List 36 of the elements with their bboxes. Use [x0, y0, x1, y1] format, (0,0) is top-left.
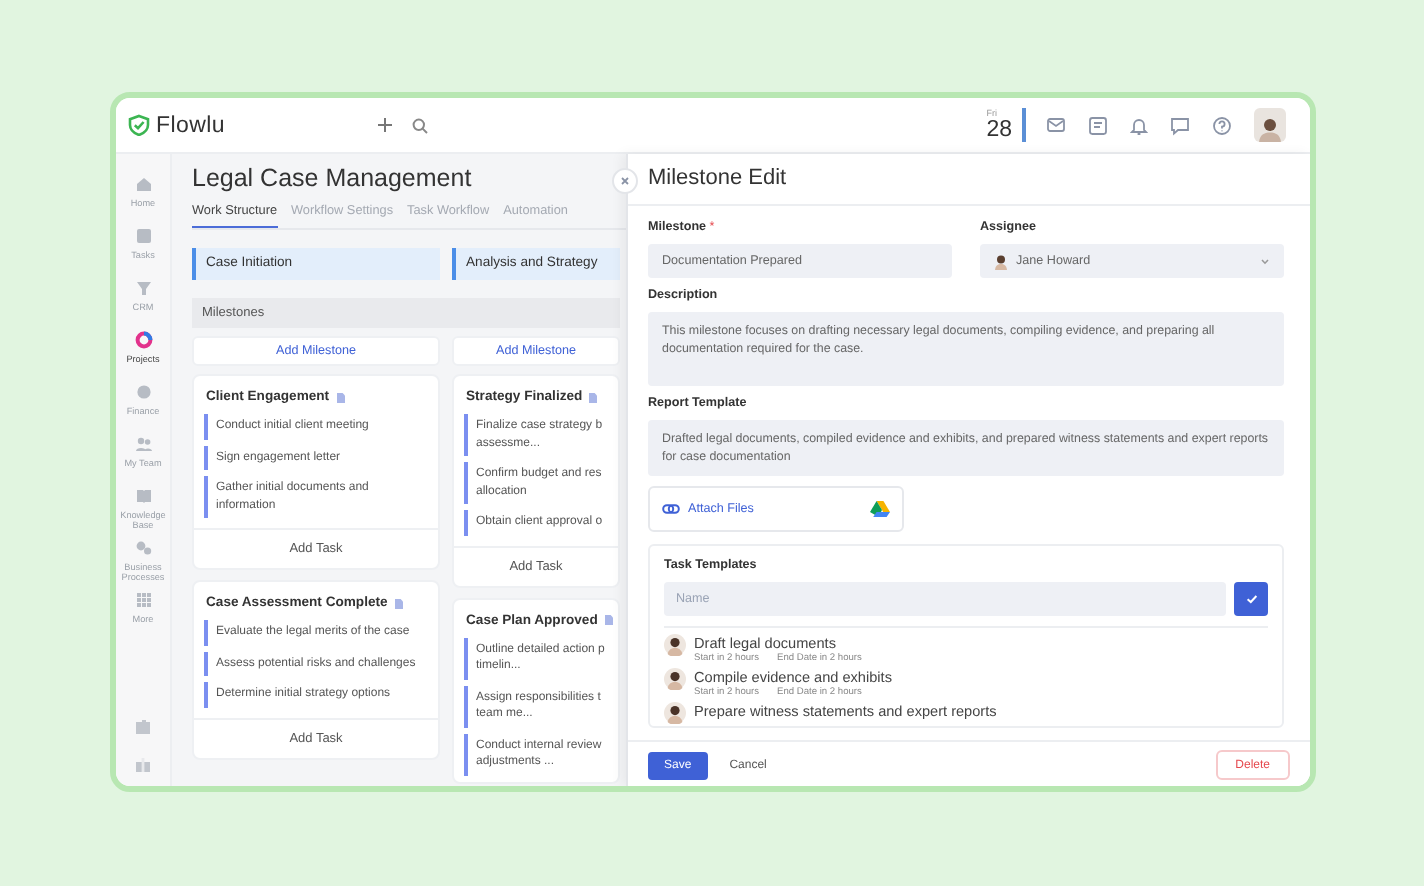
confirm-button[interactable] — [1234, 582, 1268, 616]
close-button[interactable] — [612, 168, 638, 194]
grid-icon — [133, 590, 153, 610]
person-avatar-icon — [664, 634, 686, 656]
search-icon[interactable] — [412, 117, 429, 133]
person-silhouette-icon — [1258, 116, 1282, 142]
plus-icon[interactable] — [376, 116, 395, 134]
project-title: Legal Case Management — [192, 164, 472, 194]
person-avatar-icon — [994, 253, 1008, 269]
link-icon[interactable] — [662, 504, 680, 514]
crm-icon — [133, 278, 153, 298]
home-icon — [133, 174, 153, 194]
app-logo-text[interactable]: Flowlu — [156, 113, 225, 137]
document-icon[interactable] — [335, 391, 346, 403]
close-icon — [620, 176, 630, 186]
chat-icon[interactable] — [1170, 115, 1190, 135]
document-icon[interactable] — [588, 391, 599, 403]
shield-check-icon — [128, 114, 150, 136]
finance-icon — [133, 382, 153, 402]
document-icon[interactable] — [603, 614, 614, 626]
bell-icon[interactable] — [1130, 115, 1148, 135]
check-icon — [1245, 594, 1257, 604]
help-icon[interactable] — [1212, 115, 1232, 135]
person-avatar-icon — [664, 668, 686, 690]
user-avatar[interactable] — [1254, 108, 1286, 142]
mail-icon[interactable] — [1046, 116, 1066, 134]
person-avatar-icon — [664, 702, 686, 724]
calendar-date[interactable]: 28 — [986, 118, 1012, 142]
team-icon — [133, 434, 153, 454]
tasks-icon — [133, 226, 153, 246]
document-icon[interactable] — [393, 597, 404, 609]
caret-down-icon — [1260, 257, 1270, 265]
note-icon[interactable] — [1088, 115, 1108, 135]
triangle-logo-icon[interactable] — [870, 500, 890, 518]
projects-icon — [133, 330, 153, 350]
book-icon — [133, 486, 153, 506]
